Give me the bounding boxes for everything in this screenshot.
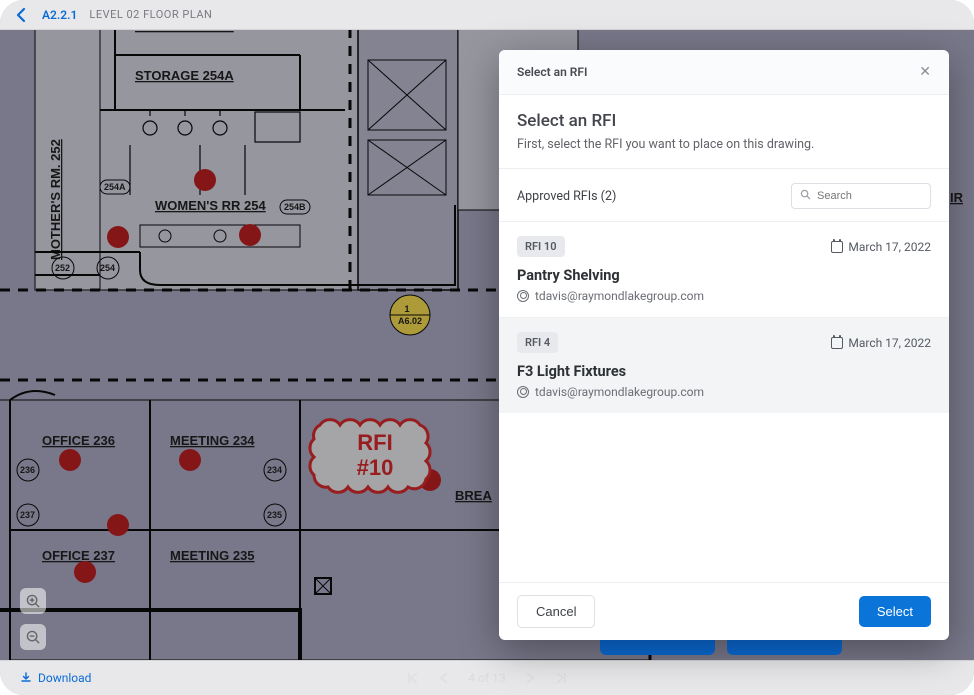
back-button[interactable] [12,7,30,23]
doc-title: LEVEL 02 FLOOR PLAN [89,8,212,21]
search-input[interactable] [817,190,922,202]
doc-code[interactable]: A2.2.1 [42,8,77,22]
calendar-icon [831,241,843,253]
rfi-list-item[interactable]: RFI 10 March 17, 2022 Pantry Shelving td… [499,221,949,317]
search-box[interactable] [791,183,931,209]
rfi-date: March 17, 2022 [848,240,931,254]
person-icon [517,290,529,302]
modal-header-title: Select an RFI [517,65,587,79]
modal-close-button[interactable]: ✕ [919,64,931,80]
rfi-badge: RFI 10 [517,236,565,257]
rfi-author: tdavis@raymondlakegroup.com [535,289,704,303]
rfi-author: tdavis@raymondlakegroup.com [535,385,704,399]
select-button[interactable]: Select [859,596,931,627]
modal-title: Select an RFI [517,111,931,131]
select-rfi-modal: Select an RFI ✕ Select an RFI First, sel… [499,50,949,640]
rfi-date: March 17, 2022 [848,336,931,350]
rfi-title: Pantry Shelving [517,267,931,284]
rfi-badge: RFI 4 [517,332,558,353]
rfi-list-item[interactable]: RFI 4 March 17, 2022 F3 Light Fixtures t… [499,317,949,413]
cancel-button[interactable]: Cancel [517,595,595,628]
modal-subtitle: First, select the RFI you want to place … [517,137,931,152]
viewer-topbar: A2.2.1 LEVEL 02 FLOOR PLAN [0,0,974,30]
zoom-in-button[interactable] [20,588,46,614]
download-icon [20,672,32,684]
calendar-icon [831,337,843,349]
approved-rfis-label: Approved RFIs (2) [517,189,616,204]
person-icon [517,386,529,398]
rfi-title: F3 Light Fixtures [517,363,931,380]
download-label: Download [38,671,91,685]
zoom-out-button[interactable] [20,624,46,650]
download-button[interactable]: Download [20,671,91,685]
viewer-bottombar: Download [0,660,974,695]
search-icon [800,189,811,203]
